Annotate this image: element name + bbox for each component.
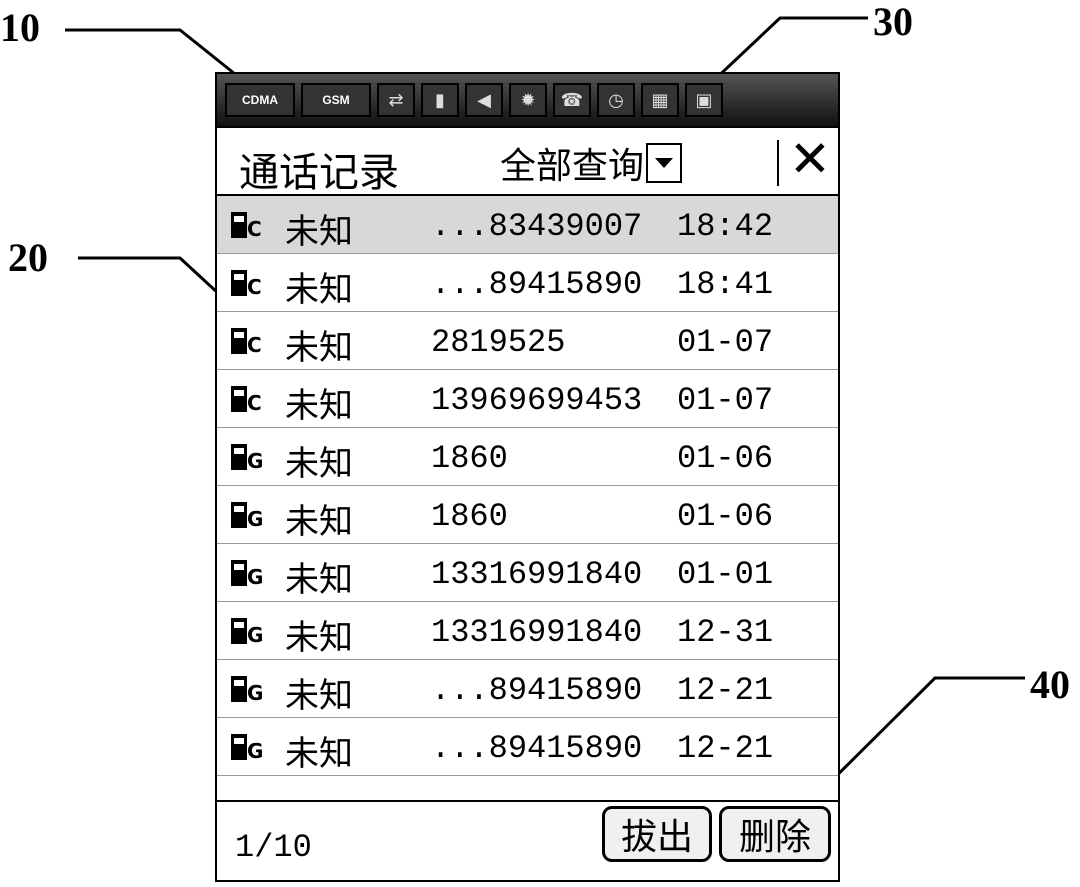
- callout-30: 30: [873, 0, 913, 44]
- window-icon[interactable]: ▣: [685, 83, 723, 117]
- phone-number: 13316991840: [431, 614, 643, 651]
- svg-text:G: G: [247, 681, 263, 705]
- filter-dropdown[interactable]: 全部查询: [500, 140, 683, 187]
- close-button[interactable]: ✕: [789, 134, 831, 184]
- call-time: 18:42: [677, 208, 774, 245]
- keyboard-icon[interactable]: ▦: [641, 83, 679, 117]
- call-log-row[interactable]: G 未知 13316991840 12-31: [217, 602, 838, 660]
- svg-text:G: G: [247, 507, 263, 531]
- svg-text:G: G: [247, 565, 263, 589]
- contact-name: 未知: [285, 328, 353, 368]
- contact-name: 未知: [285, 444, 353, 484]
- phone-g-icon: G: [231, 560, 263, 589]
- contact-name: 未知: [285, 618, 353, 658]
- call-time: 01-07: [677, 324, 774, 361]
- call-time: 01-06: [677, 498, 774, 535]
- dial-button[interactable]: 拔出: [602, 806, 712, 862]
- call-log-row[interactable]: G 未知 13316991840 01-01: [217, 544, 838, 602]
- gsm-label: GSM: [322, 93, 350, 107]
- phone-icon[interactable]: ☎: [553, 83, 591, 117]
- signal-icon: CDMA: [225, 83, 295, 117]
- callout-10: 10: [0, 5, 40, 50]
- call-time: 12-31: [677, 614, 774, 651]
- status-bar: CDMA GSM ⇄ ▮ ◀ ✹ ☎ ◷ ▦ ▣: [217, 74, 838, 128]
- svg-text:C: C: [247, 391, 262, 415]
- call-time: 01-01: [677, 556, 774, 593]
- call-time: 01-07: [677, 382, 774, 419]
- call-log-row[interactable]: G 未知 ...89415890 12-21: [217, 660, 838, 718]
- call-log-row[interactable]: C 未知 ...83439007 18:42: [217, 196, 838, 254]
- call-time: 01-06: [677, 440, 774, 477]
- page-title: 通话记录: [239, 150, 399, 196]
- dropdown-arrow-button[interactable]: [646, 143, 683, 183]
- contact-name: 未知: [285, 734, 353, 774]
- phone-number: ...89415890: [431, 672, 643, 709]
- delete-button[interactable]: 删除: [719, 806, 831, 862]
- svg-text:G: G: [247, 449, 263, 473]
- call-log-row[interactable]: C 未知 2819525 01-07: [217, 312, 838, 370]
- phone-c-icon: C: [231, 386, 262, 415]
- filter-value: 全部查询: [500, 146, 645, 187]
- call-time: 18:41: [677, 266, 774, 303]
- phone-number: 1860: [431, 440, 508, 477]
- divider: [777, 140, 779, 186]
- phone-c-icon: C: [231, 212, 262, 241]
- call-log-row[interactable]: G 未知 1860 01-06: [217, 428, 838, 486]
- phone-g-icon: G: [231, 502, 263, 531]
- phone-c-icon: C: [231, 270, 262, 299]
- contact-name: 未知: [285, 386, 353, 426]
- call-time: 12-21: [677, 730, 774, 767]
- svg-text:C: C: [247, 275, 262, 299]
- volume-icon[interactable]: ◀: [465, 83, 503, 117]
- callout-20: 20: [8, 235, 48, 280]
- battery-icon[interactable]: ▮: [421, 83, 459, 117]
- phone-c-icon: C: [231, 328, 262, 357]
- svg-text:G: G: [247, 623, 263, 647]
- call-log-row[interactable]: C 未知 ...89415890 18:41: [217, 254, 838, 312]
- chevron-down-icon: [655, 158, 674, 168]
- clock-icon[interactable]: ◷: [597, 83, 635, 117]
- phone-g-icon: G: [231, 444, 263, 473]
- page-indicator: 1/10: [235, 829, 312, 866]
- call-log-row[interactable]: G 未知 ...89415890 12-21: [217, 718, 838, 776]
- call-log-list: C 未知 ...83439007 18:42 C 未知 ...89415890 18:41 C 未…: [217, 194, 838, 802]
- svg-text:C: C: [247, 217, 262, 241]
- call-log-row[interactable]: C 未知 13969699453 01-07: [217, 370, 838, 428]
- settings-icon[interactable]: ✹: [509, 83, 547, 117]
- callout-40: 40: [1030, 662, 1070, 707]
- phone-g-icon: G: [231, 734, 263, 763]
- contact-name: 未知: [285, 270, 353, 310]
- phone-number: 13969699453: [431, 382, 643, 419]
- phone-screen: CDMA GSM ⇄ ▮ ◀ ✹ ☎ ◷ ▦ ▣ 通话记录 全部查询 ✕ C 未知…: [215, 72, 840, 882]
- phone-number: 1860: [431, 498, 508, 535]
- phone-number: 2819525: [431, 324, 566, 361]
- contact-name: 未知: [285, 560, 353, 600]
- phone-number: ...83439007: [431, 208, 643, 245]
- phone-g-icon: G: [231, 618, 263, 647]
- phone-g-icon: G: [231, 676, 263, 705]
- contact-name: 未知: [285, 676, 353, 716]
- call-log-row[interactable]: G 未知 1860 01-06: [217, 486, 838, 544]
- phone-number: ...89415890: [431, 266, 643, 303]
- contact-name: 未知: [285, 502, 353, 542]
- signal-gsm-icon: GSM: [301, 83, 371, 117]
- sync-icon[interactable]: ⇄: [377, 83, 415, 117]
- cdma-label: CDMA: [242, 93, 278, 107]
- phone-number: ...89415890: [431, 730, 643, 767]
- call-time: 12-21: [677, 672, 774, 709]
- contact-name: 未知: [285, 212, 353, 252]
- svg-text:C: C: [247, 333, 262, 357]
- title-row: 通话记录 全部查询 ✕: [217, 130, 838, 196]
- svg-text:G: G: [247, 739, 263, 763]
- phone-number: 13316991840: [431, 556, 643, 593]
